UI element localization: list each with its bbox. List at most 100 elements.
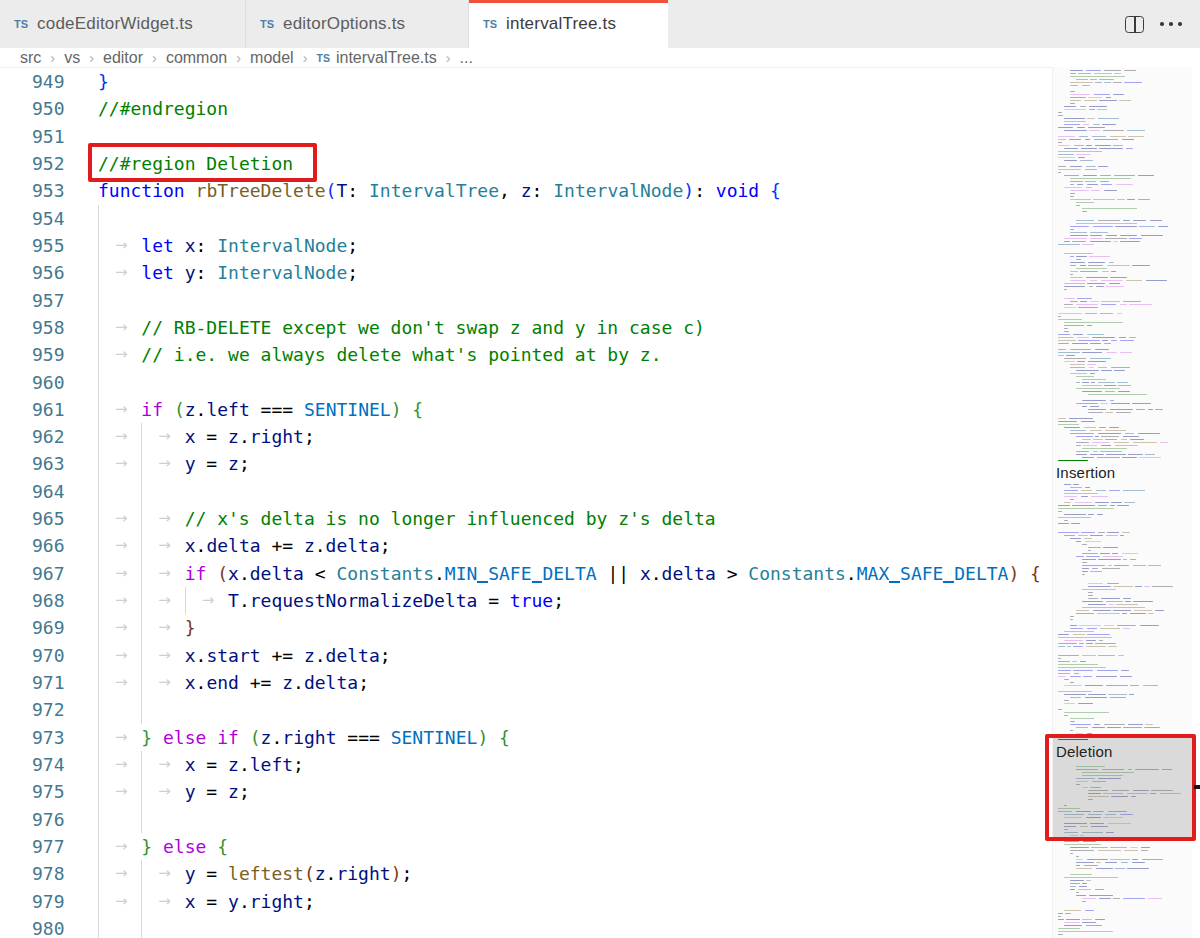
code-line[interactable]: 978→→y = leftest(z.right); [0, 860, 1052, 887]
code-line[interactable]: 962→→x = z.right; [0, 423, 1052, 450]
breadcrumb-item[interactable]: common [166, 49, 227, 67]
minimap-line [1110, 859, 1130, 860]
code-line[interactable]: 975→→y = z; [0, 778, 1052, 805]
code-line[interactable]: 954 [0, 205, 1052, 232]
minimap-line [1113, 610, 1131, 611]
code-line[interactable]: 967→→if (x.delta < Constants.MINSAFEDELT… [0, 560, 1052, 587]
minimap-line [1148, 613, 1154, 614]
breadcrumb-overflow[interactable]: ... [460, 49, 473, 67]
code-line[interactable]: 960 [0, 369, 1052, 396]
minimap-line [1064, 175, 1079, 176]
minimap-line [1058, 127, 1073, 128]
line-number: 956 [0, 259, 65, 286]
token: : [196, 262, 218, 283]
tab-codeeditorwidget[interactable]: TS codeEditorWidget.ts [0, 0, 246, 48]
minimap-line [1070, 277, 1083, 278]
minimap-line [1058, 646, 1065, 647]
line-number: 951 [0, 123, 65, 150]
minimap-line [1082, 385, 1102, 386]
breadcrumb[interactable]: src›vs›editor›common›model›TSintervalTre… [0, 48, 1200, 67]
minimap-line [1083, 841, 1096, 842]
breadcrumb-item[interactable]: model [250, 49, 294, 67]
whitespace-tab-arrow: → [115, 751, 128, 778]
minimap-line [1070, 94, 1090, 95]
code-line[interactable]: 949} [0, 68, 1052, 95]
minimap-line [1064, 490, 1078, 491]
breadcrumb-item[interactable]: vs [64, 49, 80, 67]
more-actions-icon[interactable] [1160, 22, 1182, 26]
code-line[interactable]: 957 [0, 287, 1052, 314]
token: { [412, 399, 423, 420]
minimap-line [1076, 268, 1107, 269]
token [488, 727, 499, 748]
minimap-line [1144, 586, 1150, 587]
code-line[interactable]: 973→} else if (z.right === SENTINEL) { [0, 724, 1052, 751]
token: delta [206, 535, 260, 556]
minimap-line [1070, 616, 1074, 617]
minimap-line [1064, 922, 1080, 923]
token: Constants [748, 563, 846, 584]
indent-guide [98, 696, 99, 723]
minimap-line [1064, 700, 1069, 701]
whitespace-tab-arrow: → [115, 560, 128, 587]
minimap-line [1124, 70, 1136, 71]
code-line[interactable]: 961→if (z.left === SENTINEL) { [0, 396, 1052, 423]
code-line[interactable]: 969→→} [0, 614, 1052, 641]
indent-guide [141, 751, 142, 778]
token: . [239, 891, 250, 912]
minimap-line [1058, 142, 1062, 143]
minimap-line [1076, 445, 1081, 446]
minimap-line [1070, 430, 1086, 431]
minimap-line [1082, 544, 1087, 545]
minimap-line [1088, 265, 1104, 266]
code-line[interactable]: 977→} else { [0, 833, 1052, 860]
code-line[interactable]: 955→let x: IntervalNode; [0, 232, 1052, 259]
token: delta [662, 563, 716, 584]
code-line[interactable]: 950//#endregion [0, 95, 1052, 122]
code-line[interactable]: 972 [0, 696, 1052, 723]
code-line[interactable]: 959→// i.e. we always delete what's poin… [0, 341, 1052, 368]
minimap-line [1076, 541, 1081, 542]
code-line[interactable]: 963→→y = z; [0, 450, 1052, 477]
code-line[interactable]: 968→→→T.requestNormalizeDelta = true; [0, 587, 1052, 614]
code-text: x.start += z.delta; [185, 642, 391, 669]
token: = [196, 453, 229, 474]
code-line[interactable]: 958→// RB-DELETE except we don't swap z … [0, 314, 1052, 341]
code-line[interactable]: 976 [0, 806, 1052, 833]
minimap-line [1058, 154, 1074, 155]
indent-guide [98, 396, 99, 423]
minimap-line [1058, 508, 1114, 509]
code-line[interactable]: 980 [0, 915, 1052, 938]
tab-editoroptions[interactable]: TS editorOptions.ts [246, 0, 469, 48]
token: x [640, 563, 651, 584]
breadcrumb-file[interactable]: intervalTree.ts [336, 49, 437, 67]
minimap-line [1132, 862, 1144, 863]
minimap-line [1064, 703, 1075, 704]
minimap-line [1081, 490, 1093, 491]
minimap-line [1084, 865, 1098, 866]
indent-guide [98, 642, 99, 669]
code-line[interactable]: 965→→// x's delta is no longer influence… [0, 505, 1052, 532]
minimap-line [1092, 727, 1105, 728]
breadcrumb-item[interactable]: src [20, 49, 41, 67]
code-line[interactable]: 956→let y: IntervalNode; [0, 259, 1052, 286]
line-number: 962 [0, 423, 65, 450]
code-editor[interactable]: 949}950//#endregion951952//#region Delet… [0, 67, 1052, 938]
code-line[interactable]: 979→→x = y.right; [0, 888, 1052, 915]
tab-intervaltree[interactable]: TS intervalTree.ts [469, 0, 668, 48]
indent-guide [98, 806, 99, 833]
indent-guide [141, 532, 142, 559]
breadcrumb-item[interactable]: editor [103, 49, 143, 67]
code-line[interactable]: 974→→x = z.left; [0, 751, 1052, 778]
split-editor-icon[interactable] [1125, 16, 1144, 33]
code-line[interactable]: 970→→x.start += z.delta; [0, 642, 1052, 669]
code-line[interactable]: 966→→x.delta += z.delta; [0, 532, 1052, 559]
minimap-line [1082, 562, 1087, 563]
code-line[interactable]: 971→→x.end += z.delta; [0, 669, 1052, 696]
code-text: } else { [141, 833, 228, 860]
code-line[interactable]: 964 [0, 478, 1052, 505]
minimap-line [1076, 223, 1137, 224]
minimap-line [1058, 673, 1070, 674]
token: ) [477, 727, 488, 748]
minimap-line [1070, 190, 1089, 191]
